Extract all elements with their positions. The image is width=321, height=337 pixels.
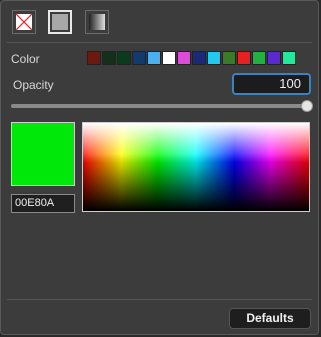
color-swatch[interactable]	[132, 51, 146, 65]
none-fill-icon	[16, 14, 32, 30]
current-color-preview	[11, 122, 75, 186]
fill-solid-button[interactable]	[48, 10, 72, 34]
color-swatch[interactable]	[282, 51, 296, 65]
color-swatch[interactable]	[147, 51, 161, 65]
color-swatch-row	[87, 51, 297, 65]
color-spectrum-picker[interactable]	[82, 122, 310, 212]
top-divider	[7, 42, 312, 43]
color-swatch[interactable]	[102, 51, 116, 65]
defaults-button[interactable]: Defaults	[229, 308, 311, 329]
fill-none-button[interactable]	[12, 10, 36, 34]
color-swatch[interactable]	[87, 51, 101, 65]
color-picker-panel: Color Opacity 100 00E80A Defaults	[0, 0, 319, 335]
solid-fill-icon	[52, 14, 68, 30]
color-swatch[interactable]	[192, 51, 206, 65]
color-swatch[interactable]	[162, 51, 176, 65]
color-swatch[interactable]	[237, 51, 251, 65]
color-label: Color	[11, 52, 40, 66]
opacity-input[interactable]: 100	[232, 73, 311, 95]
color-swatch[interactable]	[177, 51, 191, 65]
color-swatch[interactable]	[222, 51, 236, 65]
bottom-divider	[7, 299, 312, 300]
opacity-label: Opacity	[13, 78, 54, 92]
color-swatch[interactable]	[267, 51, 281, 65]
gradient-fill-icon	[89, 14, 105, 30]
fill-gradient-button[interactable]	[85, 10, 109, 34]
opacity-slider-thumb[interactable]	[301, 100, 313, 112]
color-swatch[interactable]	[252, 51, 266, 65]
opacity-slider-track[interactable]	[11, 104, 307, 108]
hex-color-input[interactable]: 00E80A	[11, 194, 75, 213]
color-swatch[interactable]	[207, 51, 221, 65]
color-swatch[interactable]	[117, 51, 131, 65]
